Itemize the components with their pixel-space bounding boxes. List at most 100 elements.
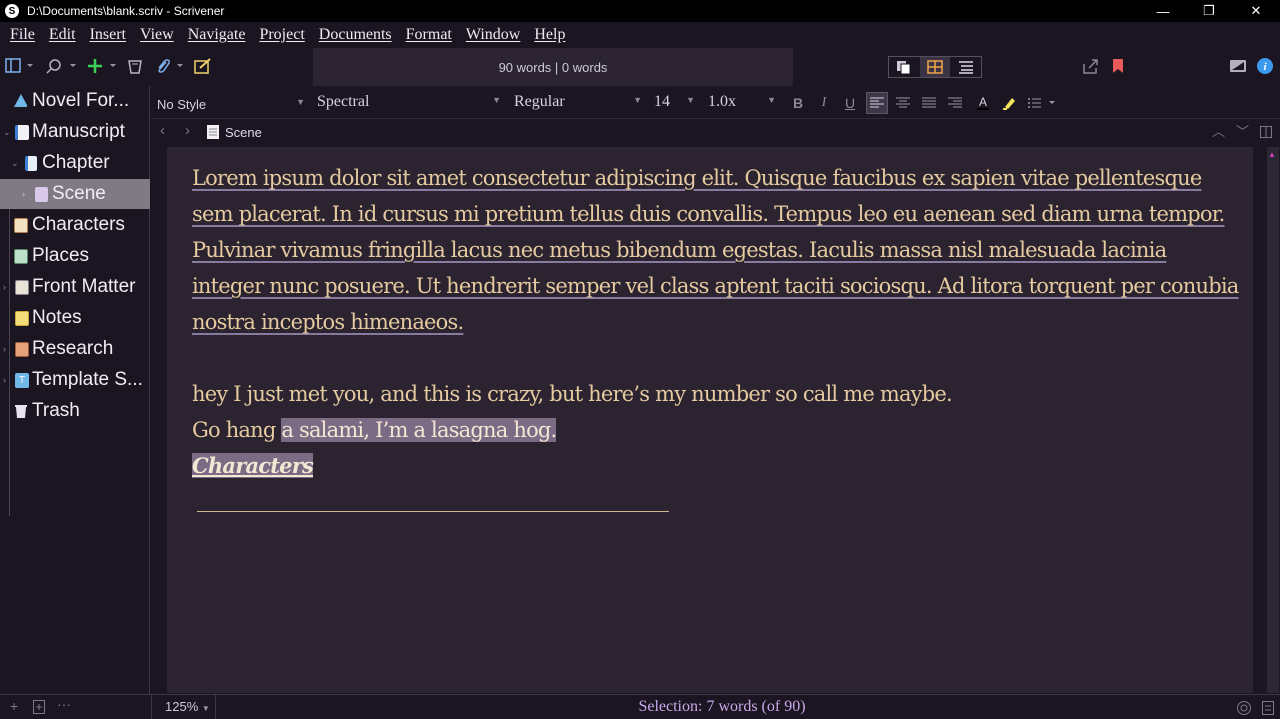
binder-item-places[interactable]: Places	[0, 241, 150, 271]
quick-search-button[interactable]	[46, 56, 78, 76]
scroll-track[interactable]	[1267, 147, 1279, 693]
binder-item-front-matter[interactable]: › Front Matter	[0, 272, 150, 302]
list-button[interactable]	[1027, 92, 1061, 114]
horizontal-rule	[197, 511, 669, 512]
binder-item-label: Chapter	[42, 152, 110, 173]
align-left-icon	[870, 97, 884, 108]
menu-insert[interactable]: Insert	[83, 26, 133, 44]
novel-format-icon	[14, 94, 27, 107]
chevron-down-icon[interactable]: ﹀	[1236, 121, 1249, 140]
style-select[interactable]: No Style ▼	[157, 93, 307, 115]
highlight-button[interactable]	[998, 92, 1020, 114]
chevron-up-icon[interactable]: ︿	[1212, 121, 1225, 140]
corkboard-icon	[927, 60, 943, 74]
composition-mode-button[interactable]	[1229, 56, 1247, 76]
attach-button[interactable]	[155, 56, 189, 76]
forward-arrow-icon[interactable]: ›	[185, 122, 190, 139]
document-icon	[35, 187, 48, 202]
expand-icon[interactable]: ›	[3, 282, 6, 292]
menu-help[interactable]: Help	[527, 26, 572, 44]
list-icon	[1028, 98, 1055, 108]
align-justify-button[interactable]	[918, 92, 940, 114]
expand-icon[interactable]: ›	[3, 344, 6, 354]
expand-icon[interactable]: ›	[22, 189, 25, 199]
inspector-button[interactable]: i	[1256, 56, 1274, 76]
align-right-button[interactable]	[944, 92, 966, 114]
underline-button[interactable]: U	[839, 92, 861, 114]
align-center-button[interactable]	[892, 92, 914, 114]
editor-content[interactable]: Lorem ipsum dolor sit amet consectetur a…	[192, 160, 1242, 484]
scroll-up-arrow-icon[interactable]: ▲	[1268, 150, 1276, 159]
edit-note-button[interactable]	[194, 56, 212, 76]
binder-item-notes[interactable]: Notes	[0, 303, 150, 333]
outliner-view-button[interactable]	[950, 57, 981, 77]
paragraph-call-me-maybe[interactable]: hey I just met you, and this is crazy, b…	[192, 376, 1242, 412]
menu-view[interactable]: View	[133, 26, 181, 44]
font-size-select[interactable]: 14 ▼	[654, 91, 697, 113]
italic-button[interactable]: I	[813, 92, 835, 114]
scrivener-app-icon: S	[5, 4, 19, 18]
binder-item-research[interactable]: › Research	[0, 334, 150, 364]
expand-icon[interactable]: ›	[3, 375, 6, 385]
target-icon[interactable]	[1236, 700, 1252, 716]
add-item-button[interactable]	[87, 56, 121, 76]
folder-icon	[25, 156, 37, 171]
trash-icon	[128, 60, 142, 74]
menu-file[interactable]: File	[3, 26, 42, 44]
view-layout-button[interactable]	[5, 56, 35, 76]
binder-item-scene[interactable]: › Scene	[0, 179, 150, 209]
chevron-down-icon: ▼	[767, 95, 776, 105]
menu-window[interactable]: Window	[459, 26, 527, 44]
menu-project[interactable]: Project	[252, 26, 311, 44]
view-mode-group	[888, 56, 982, 78]
menu-format[interactable]: Format	[399, 26, 459, 44]
selected-text[interactable]: a salami, I’m a lasagna hog.	[281, 418, 557, 442]
text-editor[interactable]: Lorem ipsum dolor sit amet consectetur a…	[167, 147, 1253, 693]
paragraph-go-hang[interactable]: Go hang a salami, I’m a lasagna hog.	[192, 412, 1242, 448]
split-editor-icon[interactable]	[1260, 126, 1272, 138]
binder-item-label: Notes	[32, 307, 82, 328]
chevron-down-icon: ▼	[633, 95, 642, 105]
line-spacing-select[interactable]: 1.0x ▼	[708, 91, 778, 113]
share-button[interactable]	[1082, 56, 1100, 76]
binder-item-characters[interactable]: Characters	[0, 210, 150, 240]
binder-item-chapter[interactable]: ⌄ Chapter	[0, 148, 150, 178]
binder-item-trash[interactable]: Trash	[0, 396, 150, 426]
restore-button[interactable]: ❐	[1186, 0, 1232, 22]
collapse-icon[interactable]: ⌄	[11, 158, 19, 169]
align-left-button[interactable]	[866, 92, 888, 114]
format-bar: No Style ▼ Spectral ▼ Regular ▼ 14 ▼ 1.0…	[151, 86, 1280, 118]
editor-scrollbar[interactable]: ▲	[1253, 147, 1280, 693]
binder-item-template-sheets[interactable]: › T Template S...	[0, 365, 150, 395]
bookmark-icon	[1113, 59, 1123, 73]
menu-documents[interactable]: Documents	[312, 26, 399, 44]
comment-icon[interactable]	[1262, 701, 1274, 715]
text-color-button[interactable]: A	[972, 92, 994, 114]
chevron-down-icon: ▼	[492, 95, 501, 105]
menu-edit[interactable]: Edit	[42, 26, 83, 44]
binder-item-manuscript[interactable]: ⌄ Manuscript	[0, 117, 150, 147]
close-button[interactable]: ✕	[1233, 0, 1279, 22]
trash-button[interactable]	[127, 56, 143, 76]
bookmark-button[interactable]	[1110, 56, 1126, 76]
window-title: D:\Documents\blank.scriv - Scrivener	[27, 4, 225, 18]
font-weight-select[interactable]: Regular ▼	[514, 91, 644, 113]
corkboard-view-button[interactable]	[919, 57, 951, 77]
collapse-icon[interactable]: ⌄	[3, 127, 11, 138]
menu-navigate[interactable]: Navigate	[181, 26, 253, 44]
chevron-down-icon: ▼	[686, 95, 695, 105]
chevron-down-icon: ▼	[296, 97, 305, 107]
trash-icon	[15, 405, 27, 418]
scrivenings-icon	[897, 61, 911, 74]
characters-icon	[14, 218, 28, 233]
paragraph-lorem[interactable]: Lorem ipsum dolor sit amet consectetur a…	[192, 160, 1242, 340]
binder-item-novel-format[interactable]: Novel For...	[0, 86, 150, 116]
bold-button[interactable]: B	[787, 92, 809, 114]
research-icon	[15, 342, 29, 357]
minimize-button[interactable]: —	[1140, 0, 1186, 22]
back-arrow-icon[interactable]: ‹	[160, 122, 165, 139]
scrivenings-view-button[interactable]	[889, 57, 920, 77]
characters-link[interactable]: Characters	[192, 453, 314, 478]
font-select[interactable]: Spectral ▼	[317, 91, 503, 113]
